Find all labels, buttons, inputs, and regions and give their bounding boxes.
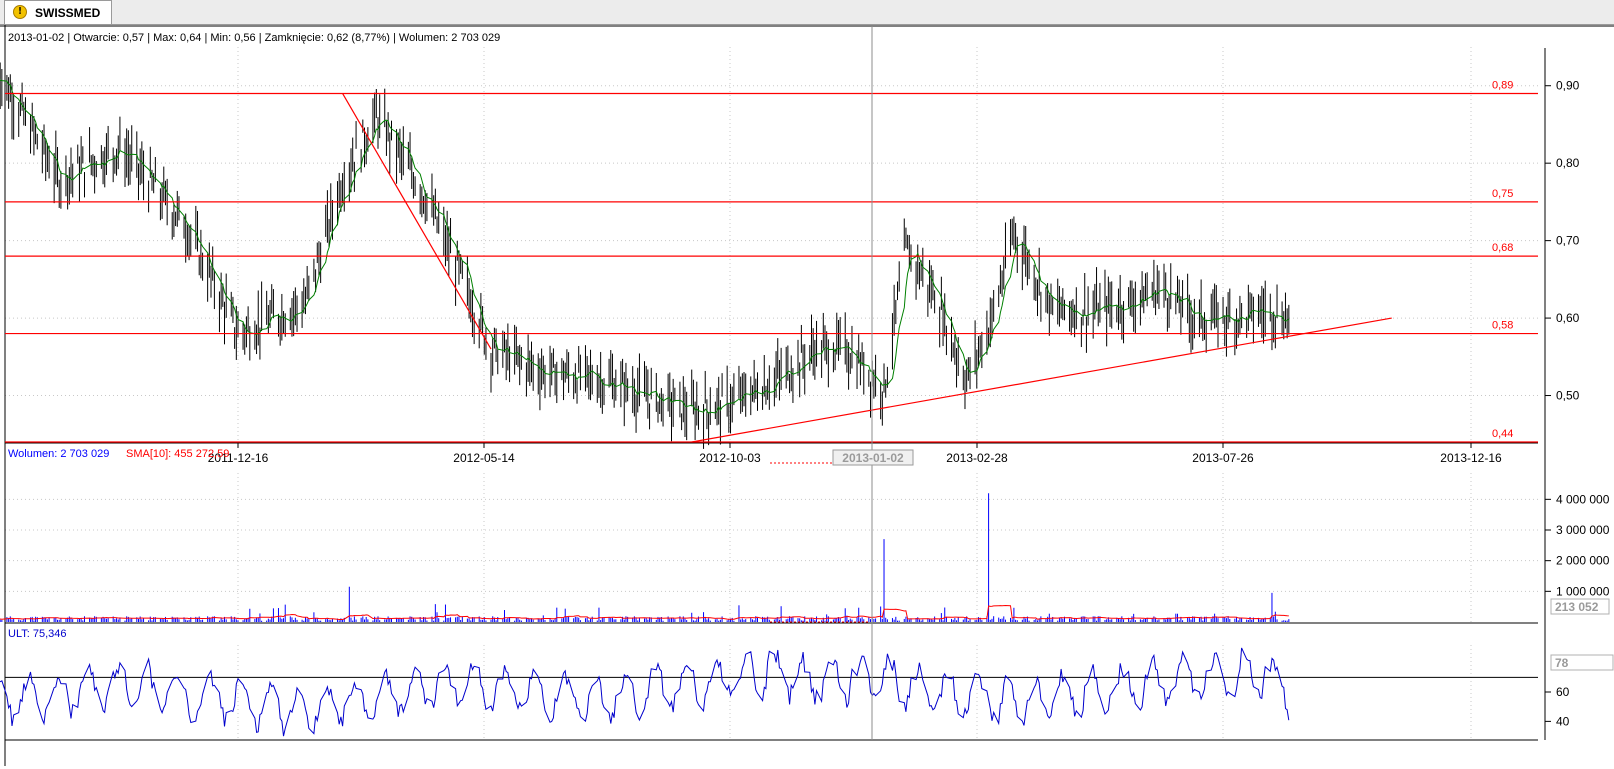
level-label: 0,89 [1492, 79, 1513, 91]
tab-bar: ! SWISSMED [0, 0, 1614, 25]
ohlc-info-line: 2013-01-02 | Otwarcie: 0,57 | Max: 0,64 … [8, 32, 500, 44]
crosshair-date: 2013-01-02 [842, 451, 904, 465]
price-y-tick-label: 0,90 [1556, 79, 1580, 93]
volume-y-tick-label: 1 000 000 [1556, 584, 1610, 598]
x-tick-label: 2013-07-26 [1192, 451, 1254, 465]
horizontal-levels[interactable]: 0,89 0,75 0,68 0,58 0,44 [5, 79, 1538, 443]
price-y-tick-label: 0,50 [1556, 389, 1580, 403]
ult-line [0, 647, 1290, 737]
volume-grid [5, 473, 1538, 622]
sma-header: SMA[10]: 455 272,59 [126, 448, 229, 460]
price-y-tick-label: 0,80 [1556, 156, 1580, 170]
price-y-tick-label: 0,60 [1556, 311, 1580, 325]
x-tick-label: 2012-10-03 [699, 451, 761, 465]
price-bars [0, 62, 1290, 449]
warning-icon: ! [13, 5, 27, 19]
chart-area[interactable]: 0,89 0,75 0,68 0,58 0,44 2011-12-16 2012-05-1… [0, 25, 1614, 766]
volume-sma-line [0, 604, 1289, 620]
trendline [691, 317, 1392, 443]
x-tick-label: 2013-02-28 [946, 451, 1008, 465]
tab-label: SWISSMED [35, 6, 101, 20]
price-y-tick-label: 0,70 [1556, 234, 1580, 248]
volume-bars [0, 493, 1290, 622]
ult-grid [5, 645, 1538, 739]
ult-y-tick-label: 60 [1556, 685, 1570, 699]
volume-current-value: 213 052 [1555, 600, 1599, 614]
ult-header: ULT: 75,346 [8, 628, 67, 640]
x-tick-label: 2012-05-14 [453, 451, 515, 465]
chart-canvas[interactable]: 0,890,750,680,580,44 2011-12-16 2012-05-1… [0, 25, 1614, 766]
x-tick-label: 2013-12-16 [1440, 451, 1502, 465]
level-label: 0,44 [1492, 428, 1513, 440]
tab-swissmed[interactable]: ! SWISSMED [4, 0, 112, 24]
trendlines[interactable] [342, 93, 1392, 443]
volume-header: Wolumen: 2 703 029 [8, 448, 109, 460]
sma-line [0, 604, 1289, 620]
volume-y-tick-label: 4 000 000 [1556, 492, 1610, 506]
price-grid [5, 47, 1538, 442]
volume-y-tick-label: 3 000 000 [1556, 523, 1610, 537]
trendline [342, 93, 492, 350]
level-label: 0,68 [1492, 242, 1513, 254]
volume-y-tick-label: 2 000 000 [1556, 554, 1610, 568]
level-label: 0,58 [1492, 320, 1513, 332]
ult-y-tick-label: 40 [1556, 714, 1570, 728]
ult-current-value: 78 [1555, 656, 1569, 670]
level-label: 0,75 [1492, 188, 1513, 200]
ult-line [0, 647, 1290, 737]
